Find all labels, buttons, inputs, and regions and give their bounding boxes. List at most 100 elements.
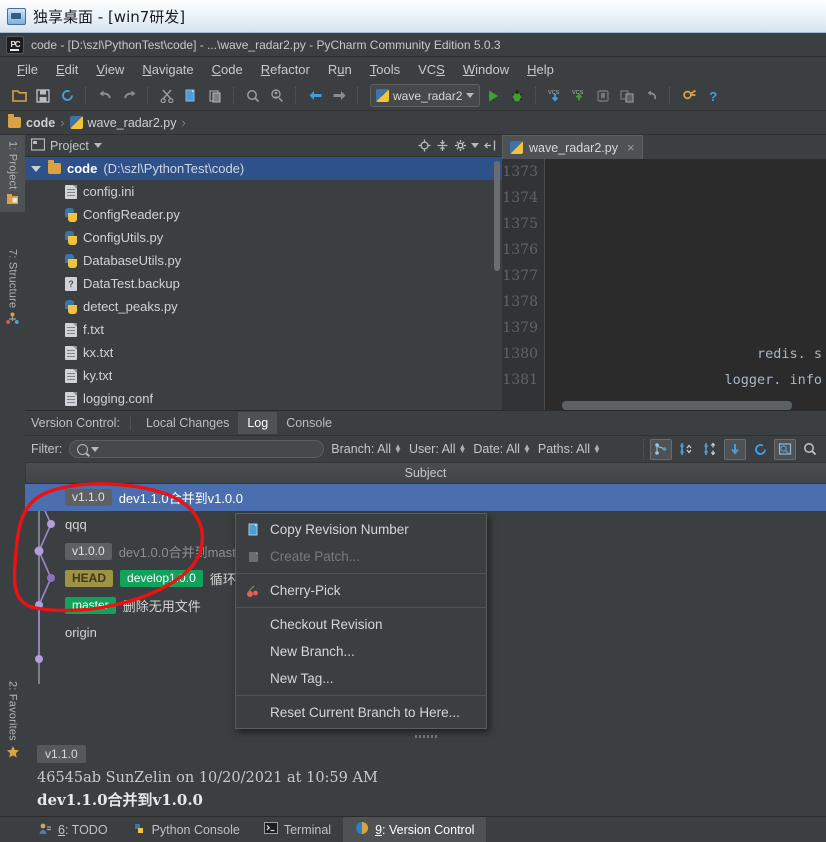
- chevron-down-icon[interactable]: [93, 143, 102, 148]
- tree-row-root[interactable]: code (D:\szl\PythonTest\code): [25, 157, 502, 180]
- tree-file-name: detect_peaks.py: [83, 299, 178, 314]
- breadcrumb-item-code[interactable]: code: [8, 114, 55, 130]
- paths-filter[interactable]: Paths: All ▲ ▼: [538, 442, 601, 456]
- tree-row-file[interactable]: f.txt: [25, 318, 502, 341]
- menu-item-label: Checkout Revision: [270, 617, 383, 632]
- editor-body[interactable]: 1373 1374 1375 1376 1377 1378 1379 1380 1381 red…: [502, 159, 826, 410]
- gear-icon[interactable]: [453, 138, 468, 153]
- menu-item-window[interactable]: Window: [454, 60, 518, 79]
- open-folder-icon[interactable]: [8, 85, 30, 107]
- editor-horizontal-scrollbar[interactable]: [562, 401, 792, 410]
- breadcrumb-item-wave-radar2-py[interactable]: wave_radar2.py: [69, 116, 176, 130]
- menu-item-edit[interactable]: Edit: [47, 60, 87, 79]
- collapse-all-icon[interactable]: [435, 138, 450, 153]
- sync-icon[interactable]: [56, 85, 78, 107]
- status-tab-terminal[interactable]: Terminal: [252, 817, 343, 842]
- redo-icon[interactable]: [118, 85, 140, 107]
- menu-item-refactor[interactable]: Refactor: [252, 60, 319, 79]
- search-icon[interactable]: [800, 440, 820, 459]
- vcs-update-icon[interactable]: VCS: [544, 85, 566, 107]
- sidebar-item-project[interactable]: 1: Project: [0, 135, 25, 213]
- tree-row-file[interactable]: ? DataTest.backup: [25, 272, 502, 295]
- find-usages-icon[interactable]: [266, 85, 288, 107]
- chevron-down-icon[interactable]: [471, 143, 479, 148]
- refresh-icon[interactable]: [750, 440, 770, 459]
- project-tree[interactable]: code (D:\szl\PythonTest\code) config.ini C…: [25, 157, 502, 410]
- run-configuration-selector[interactable]: wave_radar2: [370, 84, 481, 107]
- undo-icon[interactable]: [94, 85, 116, 107]
- menu-item-checkout-revision[interactable]: Checkout Revision: [236, 611, 486, 638]
- compare-icon[interactable]: [616, 85, 638, 107]
- expand-graph-icon[interactable]: [700, 440, 720, 459]
- save-all-icon[interactable]: [32, 85, 54, 107]
- editor-code[interactable]: redis. s logger. info: [544, 159, 826, 410]
- tree-row-file[interactable]: logging.conf: [25, 387, 502, 410]
- help-icon[interactable]: ?: [702, 85, 724, 107]
- menu-item-navigate[interactable]: Navigate: [133, 60, 202, 79]
- status-tab-python-console[interactable]: Python Console: [120, 817, 252, 842]
- menu-item-code[interactable]: Code: [203, 60, 252, 79]
- remote-desktop-title-bar: 独享桌面 - [win7研发]: [0, 0, 826, 33]
- vc-tab-local-changes[interactable]: Local Changes: [137, 412, 238, 434]
- vc-tab-log[interactable]: Log: [238, 412, 278, 434]
- menu-item-reset-current-branch-to-here[interactable]: Reset Current Branch to Here...: [236, 699, 486, 726]
- tree-row-file[interactable]: config.ini: [25, 180, 502, 203]
- menu-item-tools[interactable]: Tools: [361, 60, 409, 79]
- show-details-icon[interactable]: [774, 438, 796, 460]
- status-tab-6-todo[interactable]: 6: TODO: [26, 817, 120, 842]
- status-tab-9-version-control[interactable]: 9: Version Control: [343, 817, 487, 842]
- menu-item-new-branch[interactable]: New Branch...: [236, 638, 486, 665]
- menu-item-vcs[interactable]: VCS: [409, 60, 454, 79]
- sidebar-item-favorites[interactable]: 2: Favorites: [0, 675, 25, 764]
- menu-item-new-tag[interactable]: New Tag...: [236, 665, 486, 692]
- tree-row-file[interactable]: ky.txt: [25, 364, 502, 387]
- commit-subject: qqq: [65, 517, 87, 532]
- vc-tab-console[interactable]: Console: [277, 412, 341, 434]
- show-branches-icon[interactable]: [650, 438, 672, 460]
- user-filter[interactable]: User: All ▲ ▼: [409, 442, 466, 456]
- chevron-down-icon[interactable]: [31, 165, 41, 172]
- commit-details-panel: v1.1.0 46545ab SunZelin on 10/20/2021 at…: [25, 739, 826, 809]
- branch-filter[interactable]: Branch: All ▲ ▼: [331, 442, 402, 456]
- search-input[interactable]: [69, 440, 325, 458]
- updown-icon: ▲ ▼: [458, 442, 467, 455]
- menu-item-copy-revision-number[interactable]: Copy Revision Number: [236, 516, 486, 543]
- menu-item-view[interactable]: View: [87, 60, 133, 79]
- tree-file-name: ConfigUtils.py: [83, 230, 164, 245]
- back-icon[interactable]: [304, 85, 326, 107]
- tree-row-file[interactable]: ConfigUtils.py: [25, 226, 502, 249]
- date-filter[interactable]: Date: All ▲ ▼: [473, 442, 530, 456]
- tree-row-file[interactable]: kx.txt: [25, 341, 502, 364]
- hide-icon[interactable]: [482, 138, 497, 153]
- commit-context-menu[interactable]: Copy Revision Number Create Patch... Cherr…: [235, 513, 487, 729]
- tab-wave-radar2[interactable]: wave_radar2.py ×: [502, 135, 643, 159]
- run-icon[interactable]: [482, 85, 504, 107]
- tree-row-file[interactable]: DatabaseUtils.py: [25, 249, 502, 272]
- locate-icon[interactable]: [417, 138, 432, 153]
- status-tab-label: 6: TODO: [58, 822, 108, 837]
- tree-row-file[interactable]: ConfigReader.py: [25, 203, 502, 226]
- close-icon[interactable]: ×: [627, 140, 635, 155]
- forward-icon[interactable]: [328, 85, 350, 107]
- collapse-graph-icon[interactable]: [676, 440, 696, 459]
- menu-item-cherry-pick[interactable]: Cherry-Pick: [236, 577, 486, 604]
- find-icon[interactable]: [242, 85, 264, 107]
- menu-item-file[interactable]: File: [8, 60, 47, 79]
- toggle-bookmark-icon[interactable]: [592, 85, 614, 107]
- copy-icon[interactable]: [180, 85, 202, 107]
- menu-item-help[interactable]: Help: [518, 60, 563, 79]
- status-tab-label: Terminal: [283, 822, 332, 837]
- menu-item-run[interactable]: Run: [319, 60, 361, 79]
- rollback-icon[interactable]: [640, 85, 662, 107]
- sidebar-item-structure[interactable]: 7: Structure: [0, 243, 25, 331]
- cut-icon[interactable]: [156, 85, 178, 107]
- project-scrollbar[interactable]: [494, 161, 500, 271]
- tree-row-file[interactable]: detect_peaks.py: [25, 295, 502, 318]
- vcs-commit-icon[interactable]: VCS: [568, 85, 590, 107]
- debug-icon[interactable]: [506, 85, 528, 107]
- go-to-child-icon[interactable]: [724, 438, 746, 460]
- commit-row[interactable]: v1.1.0 dev1.1.0合并到v1.0.0: [25, 484, 826, 511]
- paste-icon[interactable]: [204, 85, 226, 107]
- settings-icon[interactable]: [678, 85, 700, 107]
